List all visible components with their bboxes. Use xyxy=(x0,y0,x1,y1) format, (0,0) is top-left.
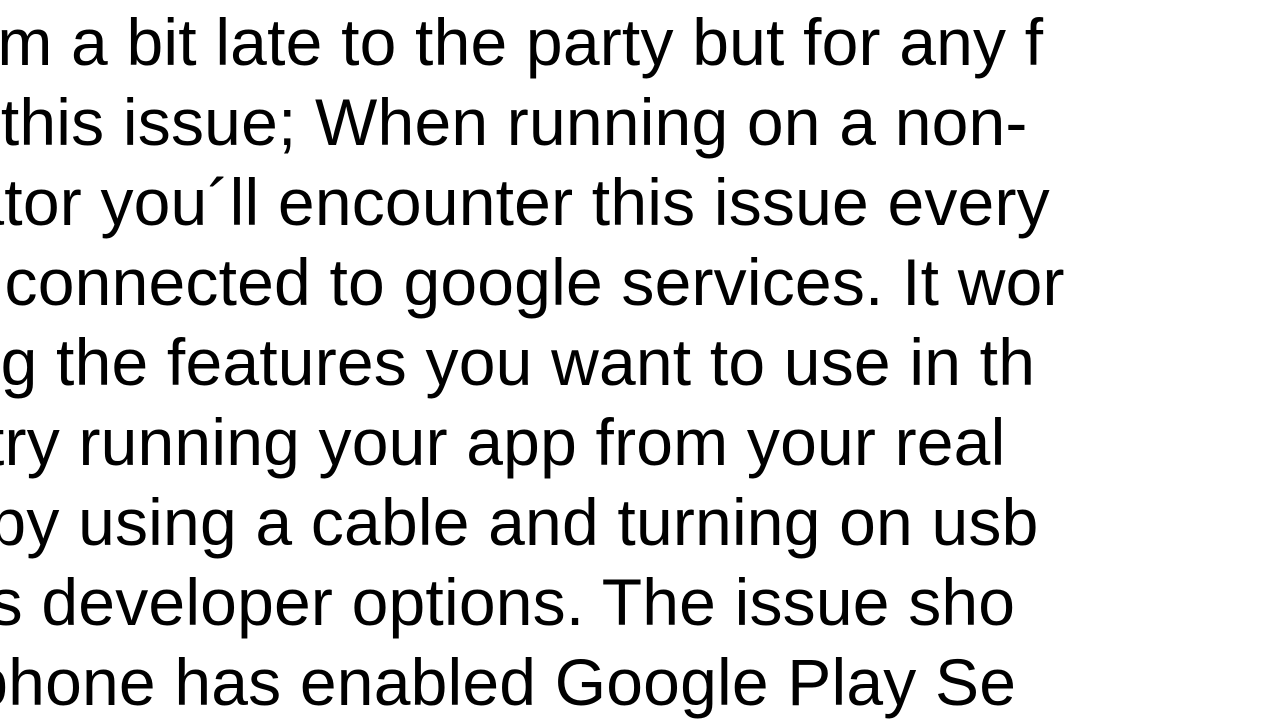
text-line-2: facing this issue; When running on a non… xyxy=(0,85,1028,159)
text-line-4: ething connected to google services. It … xyxy=(0,245,1065,319)
text-line-8: ndroids developer options. The issue sho xyxy=(0,565,1015,639)
text-line-1: er 3: I´m a bit late to the party but fo… xyxy=(0,5,1043,79)
text-line-3: emulator you´ll encounter this issue eve… xyxy=(0,165,1050,239)
text-line-6: u can try running your app from your rea… xyxy=(0,405,1005,479)
answer-text-block: er 3: I´m a bit late to the party but fo… xyxy=(0,2,1065,722)
text-line-9: your phone has enabled Google Play Se xyxy=(0,645,1016,719)
text-line-5: m using the features you want to use in … xyxy=(0,325,1035,399)
text-line-7: mode by using a cable and turning on usb xyxy=(0,485,1039,559)
